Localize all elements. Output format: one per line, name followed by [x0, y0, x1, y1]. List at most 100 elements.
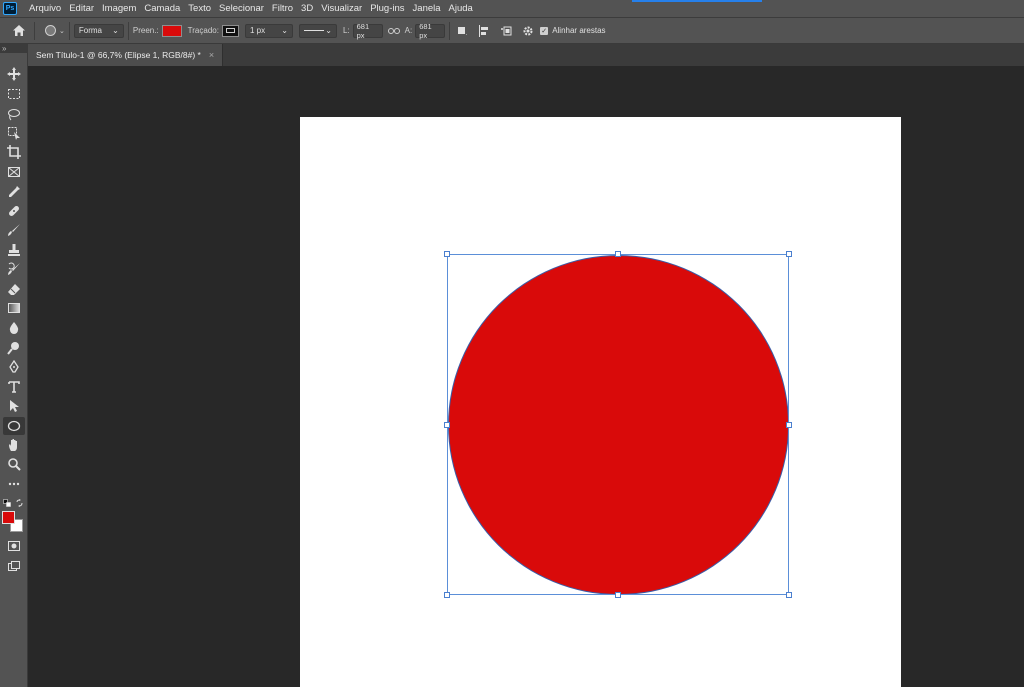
lasso-icon	[8, 109, 20, 121]
document-tab[interactable]: Sem Título-1 @ 66,7% (Elipse 1, RGB/8#) …	[28, 44, 224, 66]
transform-handle-right[interactable]	[786, 422, 792, 428]
home-icon	[13, 25, 25, 36]
ellipse-preset-icon	[45, 25, 56, 36]
screen-mode-icon	[8, 561, 20, 571]
link-icon	[387, 27, 400, 34]
healing-brush-tool[interactable]	[3, 202, 25, 220]
pen-icon	[9, 360, 19, 373]
object-selection-tool[interactable]	[3, 124, 25, 142]
canvas-workspace[interactable]	[28, 66, 1024, 687]
path-arrangement-button[interactable]	[498, 23, 514, 39]
blur-tool[interactable]	[3, 319, 25, 337]
history-brush-icon	[8, 262, 20, 275]
stroke-type-select[interactable]: ⌄	[298, 23, 337, 38]
transform-handle-top-left[interactable]	[444, 251, 450, 257]
dodge-tool[interactable]	[3, 339, 25, 357]
hand-tool[interactable]	[3, 436, 25, 454]
pen-tool[interactable]	[3, 358, 25, 376]
settings-button[interactable]	[520, 23, 536, 39]
fill-label: Preen.:	[132, 26, 159, 35]
width-label: L:	[342, 26, 350, 35]
droplet-icon	[9, 322, 19, 334]
close-icon[interactable]: ×	[209, 50, 214, 60]
transform-handle-bottom-left[interactable]	[444, 592, 450, 598]
crop-tool[interactable]	[3, 143, 25, 161]
menu-ajuda[interactable]: Ajuda	[445, 0, 477, 18]
transform-handle-left[interactable]	[444, 422, 450, 428]
menu-3d[interactable]: 3D	[297, 0, 317, 18]
eraser-icon	[8, 284, 20, 295]
menu-bar: Ps Arquivo Editar Imagem Camada Texto Se…	[0, 0, 1024, 18]
gradient-icon	[8, 303, 20, 313]
menu-janela[interactable]: Janela	[409, 0, 445, 18]
width-field[interactable]: 681 px	[352, 22, 383, 40]
screen-mode-button[interactable]	[3, 557, 25, 575]
type-tool[interactable]	[3, 378, 25, 396]
stamp-icon	[8, 244, 20, 256]
hand-icon	[9, 439, 17, 451]
separator	[68, 21, 70, 40]
quick-mask-icon	[8, 541, 20, 551]
history-brush-tool[interactable]	[3, 260, 25, 278]
stroke-width-field[interactable]: 1 px ⌄	[244, 23, 293, 38]
type-icon	[8, 381, 20, 393]
path-operations-icon	[458, 26, 468, 35]
gear-icon	[523, 26, 533, 35]
arrange-icon	[501, 26, 512, 35]
bandage-icon	[9, 206, 19, 216]
arrow-cursor-icon	[10, 400, 19, 412]
chevron-down-icon: ⌄	[325, 26, 332, 35]
zoom-tool[interactable]	[3, 455, 25, 473]
fill-color-swatch[interactable]	[161, 24, 182, 37]
chevron-down-icon: ⌄	[281, 26, 288, 35]
document-tab-title: Sem Título-1 @ 66,7% (Elipse 1, RGB/8#) …	[36, 50, 201, 60]
document-canvas[interactable]	[300, 117, 901, 687]
menu-plug-ins[interactable]: Plug-ins	[366, 0, 408, 18]
marquee-icon	[8, 89, 20, 99]
more-tools[interactable]	[3, 475, 25, 493]
eraser-tool[interactable]	[3, 280, 25, 298]
chevron-down-icon: ⌄	[112, 26, 119, 35]
transform-handle-top-right[interactable]	[786, 251, 792, 257]
swap-colors-icon[interactable]	[16, 499, 24, 507]
menu-camada[interactable]: Camada	[140, 0, 184, 18]
tool-preset-picker[interactable]: ⌄	[45, 25, 65, 36]
height-field[interactable]: 681 px	[415, 22, 446, 40]
home-button[interactable]	[8, 21, 30, 41]
path-selection-tool[interactable]	[3, 397, 25, 415]
path-operations-button[interactable]	[454, 23, 470, 39]
menu-filtro[interactable]: Filtro	[268, 0, 297, 18]
menu-imagem[interactable]: Imagem	[98, 0, 140, 18]
move-tool[interactable]	[3, 65, 25, 83]
menu-editar[interactable]: Editar	[65, 0, 98, 18]
link-dimensions-button[interactable]	[386, 23, 402, 39]
clone-stamp-tool[interactable]	[3, 241, 25, 259]
transform-handle-top[interactable]	[615, 251, 621, 257]
lasso-tool[interactable]	[3, 105, 25, 123]
transform-handle-bottom-right[interactable]	[786, 592, 792, 598]
ellipse-tool[interactable]	[3, 417, 25, 435]
menu-selecionar[interactable]: Selecionar	[215, 0, 268, 18]
brush-tool[interactable]	[3, 221, 25, 239]
menu-texto[interactable]: Texto	[184, 0, 215, 18]
foreground-color-swatch[interactable]	[2, 511, 15, 524]
object-selection-icon	[8, 127, 20, 140]
tool-mode-select[interactable]: Forma ⌄	[73, 23, 124, 38]
move-icon	[7, 67, 21, 81]
marquee-tool[interactable]	[3, 85, 25, 103]
path-alignment-button[interactable]	[476, 23, 492, 39]
gradient-tool[interactable]	[3, 299, 25, 317]
frame-tool[interactable]	[3, 163, 25, 181]
tool-mode-value: Forma	[78, 26, 102, 35]
frame-icon	[8, 167, 20, 177]
separator	[127, 21, 129, 40]
quick-mask-button[interactable]	[3, 537, 25, 555]
transform-handle-bottom[interactable]	[615, 592, 621, 598]
default-colors-icon[interactable]	[3, 499, 11, 507]
align-edges-checkbox[interactable]: ✓	[540, 26, 549, 35]
eyedropper-tool[interactable]	[3, 183, 25, 201]
stroke-color-swatch[interactable]	[221, 24, 239, 37]
panel-collapse-toggle[interactable]: »	[0, 44, 28, 53]
menu-visualizar[interactable]: Visualizar	[317, 0, 366, 18]
menu-arquivo[interactable]: Arquivo	[25, 0, 65, 18]
